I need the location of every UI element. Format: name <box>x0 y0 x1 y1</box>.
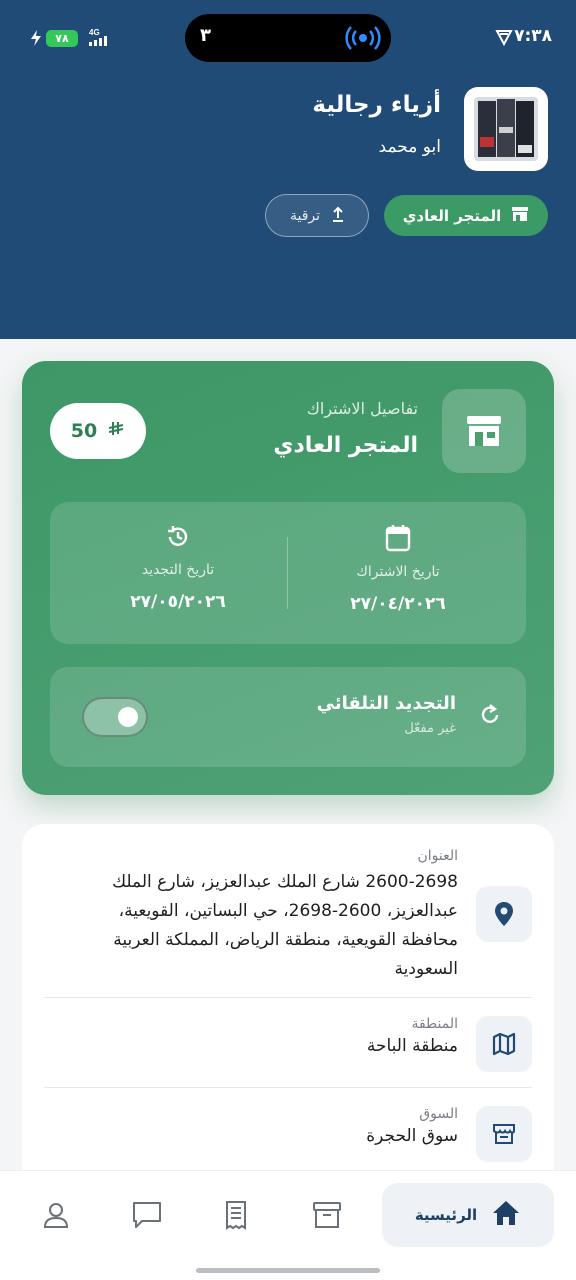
status-time: ٧:٣٨ <box>514 26 552 46</box>
store-logo[interactable] <box>464 87 548 171</box>
address-line: عبدالعزيز، 2600-2698، حي البساتين، القوي… <box>118 901 458 921</box>
location-pin-icon <box>476 886 532 942</box>
battery-indicator: ٧٨ <box>46 30 78 47</box>
region-label: المنطقة <box>411 1016 458 1032</box>
address-line: السعودية <box>394 959 458 979</box>
vpn-icon <box>495 28 513 50</box>
info-divider <box>44 1087 532 1088</box>
subscription-card: تفاصيل الاشتراك المتجر العادي 50 تاريخ ا… <box>22 361 554 795</box>
subscription-dates: تاريخ الاشتراك ٢٧/٠٤/٢٠٢٦ تاريخ التجديد … <box>50 502 526 644</box>
history-icon <box>165 526 191 554</box>
toggle-knob <box>118 707 138 727</box>
nav-messages[interactable] <box>129 1199 165 1235</box>
region-value: منطقة الباحة <box>366 1036 458 1056</box>
market-label: السوق <box>419 1106 458 1122</box>
charging-icon <box>30 29 42 51</box>
subscription-date-label: تاريخ الاشتراك <box>356 564 440 580</box>
refresh-icon <box>478 703 502 731</box>
address-row: العنوان 2600-2698 شارع الملك عبدالعزيز، … <box>44 848 532 998</box>
auto-renew-status: غير مفعّل <box>404 721 456 736</box>
receipt-icon <box>222 1200 252 1234</box>
price-value: 50 <box>70 420 98 442</box>
home-icon <box>491 1199 521 1231</box>
owner-name: ابو محمد <box>378 137 441 157</box>
map-icon <box>476 1016 532 1072</box>
riyal-icon <box>107 420 125 443</box>
store-icon <box>511 206 529 226</box>
home-indicator <box>196 1268 380 1273</box>
nav-home-label: الرئيسية <box>414 1206 478 1224</box>
address-label: العنوان <box>417 848 458 864</box>
renewal-date-block: تاريخ التجديد ٢٧/٠٥/٢٠٢٦ <box>78 524 278 612</box>
auto-renew-toggle[interactable] <box>82 697 148 737</box>
address-value: 2600-2698 شارع الملك عبدالعزيز، شارع الم… <box>38 868 458 984</box>
subscription-date-value: ٢٧/٠٤/٢٠٢٦ <box>350 594 446 614</box>
chat-icon <box>131 1200 163 1234</box>
address-line: 2600-2698 شارع الملك عبدالعزيز، شارع الم… <box>112 872 458 892</box>
renewal-date-label: تاريخ التجديد <box>141 562 215 578</box>
market-icon <box>476 1106 532 1162</box>
store-info-card: العنوان 2600-2698 شارع الملك عبدالعزيز، … <box>22 824 554 1224</box>
calendar-icon <box>385 525 411 556</box>
market-row: السوق سوق الحجرة <box>44 1106 532 1176</box>
broadcast-icon <box>345 24 381 56</box>
signal-icon: 4G <box>88 27 110 51</box>
auto-renew-title: التجديد التلقائي <box>316 693 456 714</box>
region-row: المنطقة منطقة الباحة <box>44 1016 532 1086</box>
nav-profile[interactable] <box>38 1199 74 1235</box>
store-header: ٧:٣٨ ٣ 4G ٧٨ أزياء رجالية ابو محمد المتج… <box>0 0 576 339</box>
island-count: ٣ <box>200 25 211 46</box>
upgrade-label: ترقية <box>289 207 321 224</box>
subscription-caption: تفاصيل الاشتراك <box>306 399 418 418</box>
nav-receipts[interactable] <box>219 1199 255 1235</box>
info-divider <box>44 997 532 998</box>
renewal-date-value: ٢٧/٠٥/٢٠٢٦ <box>130 592 226 612</box>
price-badge: 50 <box>50 403 146 459</box>
nav-archive[interactable] <box>309 1199 345 1235</box>
storefront-icon <box>442 389 526 473</box>
arrow-up-icon <box>332 206 344 226</box>
bottom-navigation: الرئيسية <box>0 1170 576 1280</box>
current-plan-button[interactable]: المتجر العادي <box>384 195 548 236</box>
store-name: أزياء رجالية <box>312 92 441 118</box>
subscription-date-block: تاريخ الاشتراك ٢٧/٠٤/٢٠٢٦ <box>298 524 498 614</box>
current-plan-label: المتجر العادي <box>402 206 502 225</box>
dates-divider <box>287 537 288 609</box>
person-icon <box>42 1201 70 1233</box>
market-value: سوق الحجرة <box>366 1126 458 1146</box>
subscription-plan-name: المتجر العادي <box>273 433 418 458</box>
upgrade-button[interactable]: ترقية <box>265 194 369 237</box>
auto-renew-row: التجديد التلقائي غير مفعّل <box>50 667 526 767</box>
nav-home[interactable]: الرئيسية <box>382 1183 554 1247</box>
address-line: محافظة القويعية، منطقة الرياض، المملكة ا… <box>113 930 458 950</box>
archive-box-icon <box>312 1200 342 1234</box>
svg-text:4G: 4G <box>89 28 100 37</box>
dynamic-island: ٣ <box>185 14 391 62</box>
